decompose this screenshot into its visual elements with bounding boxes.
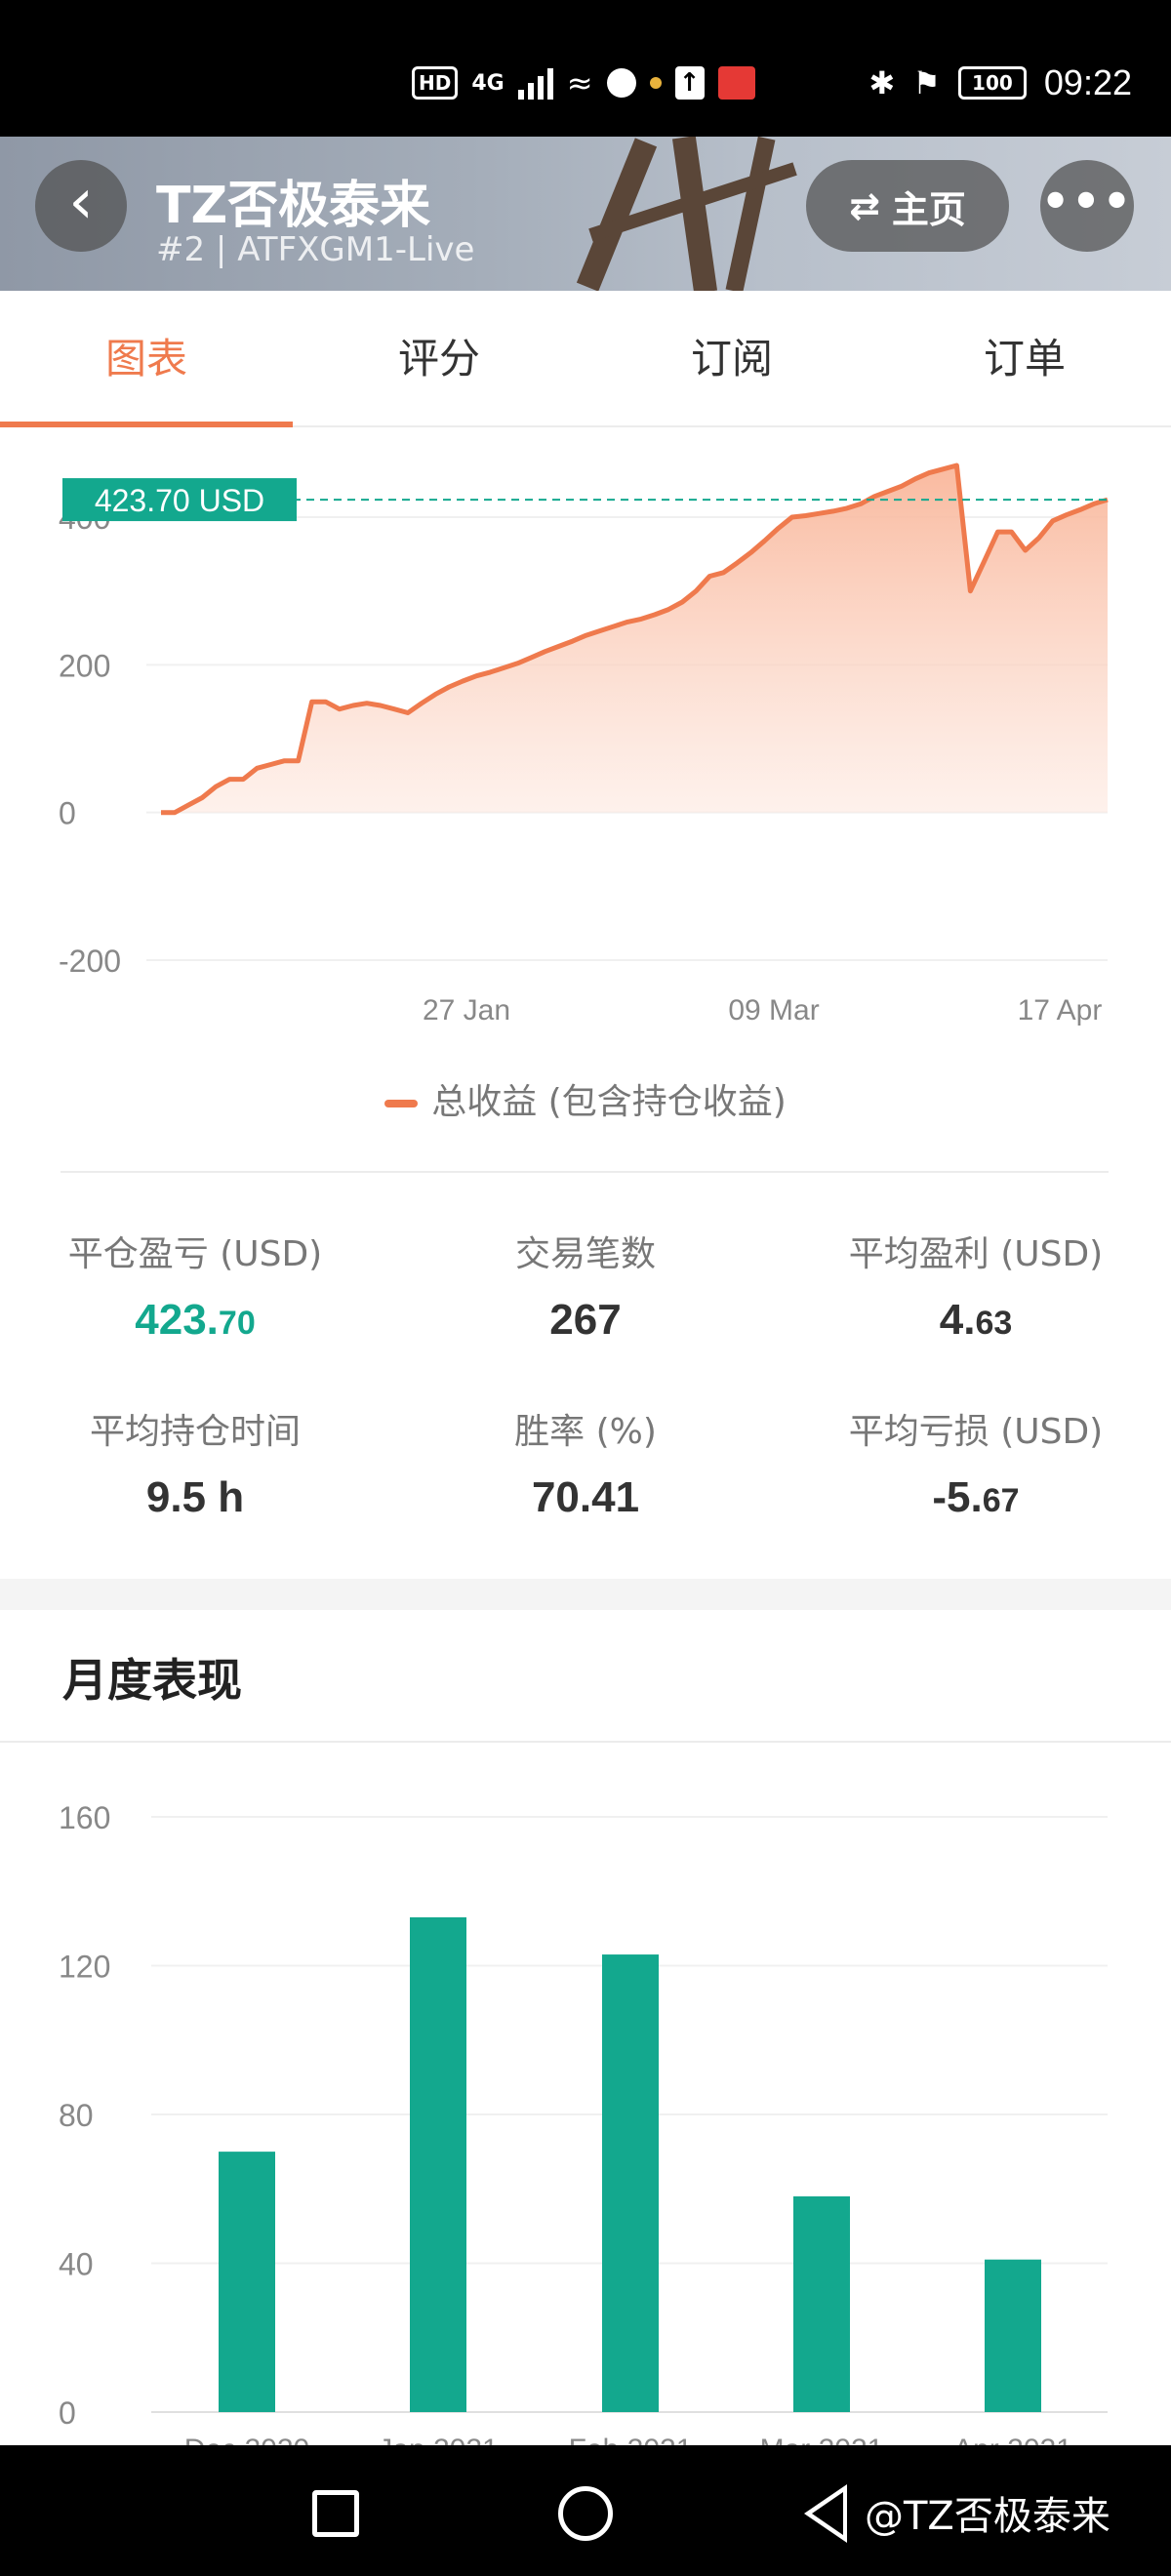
legend-label: 总收益 (包含持仓收益) [431,1082,787,1122]
x-tick-label: Dec 2020 [184,2434,309,2445]
section-separator [0,1579,1171,1610]
y-tick-label: 80 [59,2098,94,2133]
tab-subscribe[interactable]: 订阅 [586,291,878,425]
status-icons-right: ✱ ⚑ 100 09:22 [868,62,1132,103]
tab-bar: 图表 评分 订阅 订单 [0,291,1171,427]
y-tick-label: -200 [59,944,121,979]
back-nav-button[interactable] [804,2484,847,2543]
stat-value: 9.5 h [0,1473,390,1522]
stat-avg-hold-time: 平均持仓时间 9.5 h [0,1403,390,1522]
stat-value-int: 9.5 h [145,1473,245,1521]
divider [61,1171,1109,1173]
stat-value-decimals: 67 [982,1482,1020,1519]
x-tick-label: Jan 2021 [378,2434,498,2445]
watermark: @TZ否极泰来 [865,2494,1110,2539]
stat-value: -5.67 [781,1473,1171,1522]
x-tick-label: Mar 2021 [760,2434,884,2445]
signal-icon [517,66,553,100]
account-subtitle: #2 | ATFXGM1-Live [156,230,475,269]
page-title: TZ否极泰来 [156,177,431,235]
stat-label: 胜率 (%) [514,1412,657,1452]
stat-value: 4.63 [781,1296,1171,1345]
home-nav-button[interactable] [558,2486,613,2541]
stat-closed-pnl: 平仓盈亏 (USD) 423.70 [0,1226,390,1345]
network-type-icon: 4G [471,70,505,96]
legend-swatch [384,1100,419,1107]
stat-label: 平仓盈亏 (USD) [67,1234,323,1274]
stat-win-rate: 胜率 (%) 70.41 [390,1403,781,1522]
stat-value: 423.70 [0,1296,390,1345]
home-button[interactable]: ⇄ 主页 [806,160,1009,252]
stat-value-int: 423. [135,1296,219,1344]
message-icon [606,68,636,98]
y-tick-label: 40 [59,2247,94,2282]
stat-value: 267 [390,1296,781,1345]
wifi-icon: ≈ [566,64,593,101]
header-background-image [725,137,776,291]
more-button[interactable]: ••• [1040,160,1134,252]
stat-trade-count: 交易笔数 267 [390,1226,781,1345]
x-tick-label: 09 Mar [728,994,819,1026]
recent-apps-button[interactable] [312,2490,359,2537]
swap-arrows-icon: ⇄ [849,184,880,227]
stat-value-int: 267 [549,1296,622,1344]
y-tick-label: 120 [59,1950,110,1985]
status-icons-left: HD 4G ≈ ↑ [412,64,755,101]
monthly-section-title: 月度表现 [62,1654,242,1707]
battery-icon: 100 [957,66,1027,100]
y-tick-label: 0 [59,2395,76,2431]
month-bar [985,2259,1041,2412]
upload-icon: ↑ [674,66,705,100]
stat-label: 交易笔数 [514,1234,656,1274]
month-bar [602,1954,659,2412]
tab-chart[interactable]: 图表 [0,291,293,427]
stat-avg-loss: 平均亏损 (USD) -5.67 [781,1403,1171,1522]
stat-value-int: 4. [939,1296,976,1344]
more-dots-icon: ••• [1040,175,1134,227]
tab-orders[interactable]: 订单 [878,291,1171,425]
app-notification-icon [717,66,755,100]
stat-value-decimals: 70 [218,1305,256,1342]
stat-value-decimals: 63 [975,1305,1013,1342]
back-button[interactable]: ‹ [35,160,127,252]
monthly-bar-chart: 160 120 80 40 0 Dec 2020 Jan 2021 Feb 2021 Mar 2… [59,1800,1108,2445]
stat-label: 平均亏损 (USD) [848,1412,1104,1452]
stat-value-int: 70.41 [531,1473,640,1521]
month-bar [410,1916,466,2412]
stat-value: 70.41 [390,1473,781,1522]
equity-chart: 4002000-200423.70 USD27 Jan09 Mar17 Apr [59,463,1109,1026]
header-background-image [671,137,718,291]
stat-label: 平均持仓时间 [89,1412,301,1452]
current-value-label: 423.70 USD [95,483,264,518]
tab-rating[interactable]: 评分 [293,291,586,425]
notification-dot-icon [649,77,662,89]
y-tick-label: 200 [59,648,110,683]
month-bar [219,2152,275,2412]
stat-avg-profit: 平均盈利 (USD) 4.63 [781,1226,1171,1345]
y-tick-label: 160 [59,1800,110,1835]
stat-value-int: -5. [932,1473,983,1521]
home-button-label: 主页 [891,187,966,231]
clock: 09:22 [1043,62,1132,102]
y-tick-label: 0 [59,796,76,831]
chevron-left-icon: ‹ [68,166,94,238]
hd-icon: HD [412,66,459,100]
bluetooth-icon: ✱ [868,64,896,101]
stat-label: 平均盈利 (USD) [848,1234,1104,1274]
system-nav-bar: @TZ否极泰来 [0,2445,1171,2576]
mute-bell-icon: ⚑ [912,64,941,101]
status-bar: HD 4G ≈ ↑ ✱ ⚑ 100 09:22 [0,0,1171,137]
chart-legend: 总收益 (包含持仓收益) [0,1073,1171,1124]
x-tick-label: 17 Apr [1018,994,1103,1026]
month-bar [793,2195,850,2412]
x-tick-label: 27 Jan [423,994,510,1026]
header: ‹ TZ否极泰来 #2 | ATFXGM1-Live ⇄ 主页 ••• [0,137,1171,291]
x-tick-label: Feb 2021 [569,2434,693,2445]
x-tick-label: Apr 2021 [953,2434,1072,2445]
